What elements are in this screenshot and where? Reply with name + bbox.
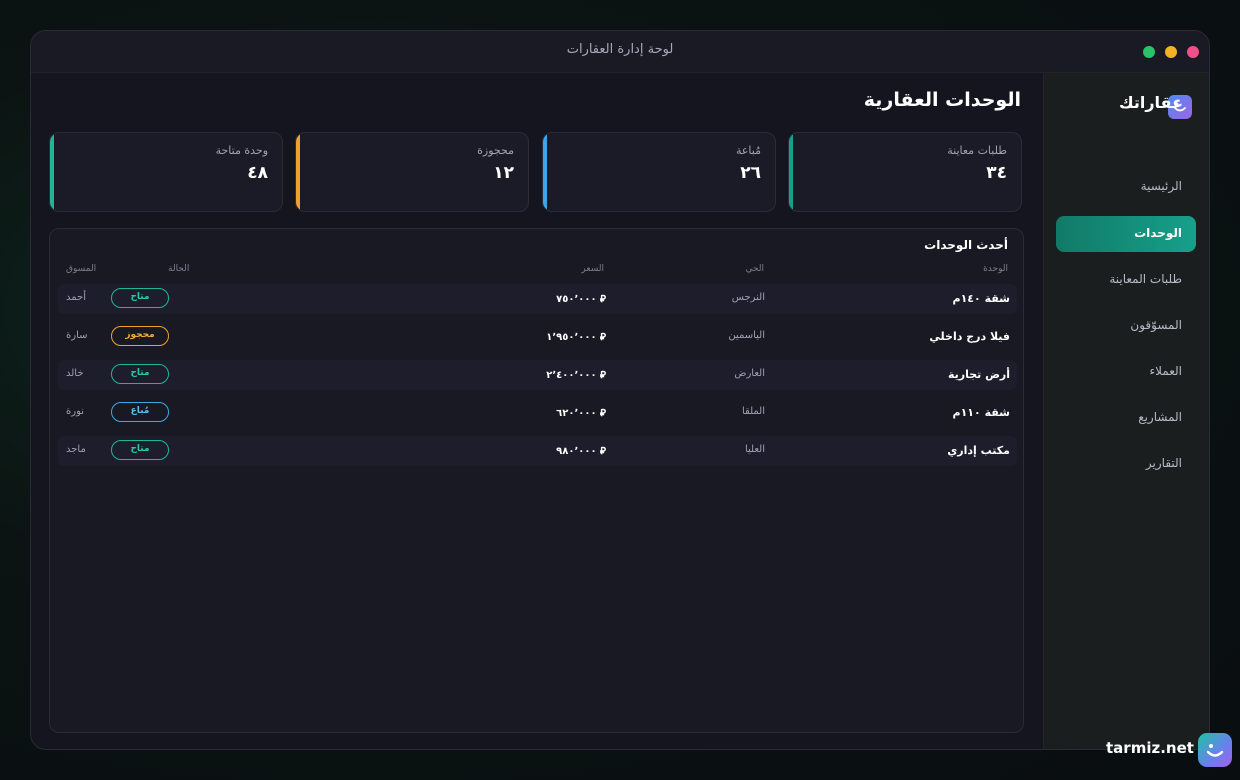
panel-title: أحدث الوحدات (924, 238, 1008, 252)
status-badge: محجوز (111, 326, 169, 346)
table-row[interactable]: شقة ١٤٠م النرجس ٧٥٠٬٠٠٠ ⃁ متاح أحمد (58, 284, 1017, 314)
stat-label: مُباعة (735, 144, 761, 157)
status-badge: متاح (111, 440, 169, 460)
sidebar-item-projects[interactable]: المشاريع (1056, 400, 1196, 436)
sidebar-item-label: الرئيسية (1140, 179, 1182, 193)
stat-value: ٤٨ (247, 163, 268, 183)
unit-name: مكتب إداري (947, 444, 1010, 457)
stat-label: طلبات معاينة (947, 144, 1007, 157)
stat-accent-bar (50, 133, 54, 211)
stat-value: ١٢ (493, 163, 514, 183)
stat-accent-bar (543, 133, 547, 211)
agent-name: أحمد (66, 292, 86, 303)
stat-value: ٣٤ (986, 163, 1007, 183)
minimize-button[interactable] (1165, 46, 1177, 58)
status-badge: مُباع (111, 402, 169, 422)
unit-name: أرض تجارية (947, 368, 1010, 381)
stat-accent-bar (296, 133, 300, 211)
stat-card-sold: مُباعة ٢٦ (542, 132, 776, 212)
sidebar-item-home[interactable]: الرئيسية (1056, 169, 1196, 205)
sidebar: عقاراتك الرئيسية الوحدات طلبات المعاينة … (1043, 73, 1209, 749)
page-title: الوحدات العقارية (863, 89, 1021, 111)
column-header-agent: المسوق (66, 264, 97, 274)
unit-area: النرجس (731, 292, 765, 303)
stat-card-available: وحدة متاحة ٤٨ (49, 132, 283, 212)
unit-area: الياسمين (728, 330, 765, 341)
stat-label: وحدة متاحة (215, 144, 268, 157)
column-header-area: الحي (745, 264, 764, 274)
unit-price: ٢٬٤٠٠٬٠٠٠ ⃁ (546, 370, 606, 381)
sidebar-item-viewing-requests[interactable]: طلبات المعاينة (1056, 262, 1196, 298)
table-row[interactable]: مكتب إداري العليا ٩٨٠٬٠٠٠ ⃁ متاح ماجد (58, 436, 1017, 466)
stat-label: محجوزة (477, 144, 514, 157)
column-header-price: السعر (581, 264, 604, 274)
sidebar-item-label: طلبات المعاينة (1109, 272, 1182, 286)
footer-brand[interactable]: tarmiz.net (1106, 739, 1194, 757)
stat-card-viewing-requests: طلبات معاينة ٣٤ (788, 132, 1022, 212)
sidebar-item-reports[interactable]: التقارير (1056, 446, 1196, 482)
title-bar: لوحة إدارة العقارات (31, 31, 1209, 73)
sidebar-item-units[interactable]: الوحدات (1056, 216, 1196, 252)
agent-name: سارة (66, 330, 88, 341)
maximize-button[interactable] (1143, 46, 1155, 58)
latest-units-panel: أحدث الوحدات الوحدة الحي السعر الحالة ال… (49, 228, 1024, 733)
unit-name: شقة ١٤٠م (952, 292, 1010, 305)
column-header-unit: الوحدة (983, 264, 1008, 274)
status-badge: متاح (111, 364, 169, 384)
sidebar-item-label: العملاء (1149, 364, 1182, 378)
table-row[interactable]: فيلا درج داخلي الياسمين ١٬٩٥٠٬٠٠٠ ⃁ محجو… (58, 322, 1017, 352)
sidebar-item-label: المسوّقون (1130, 318, 1182, 332)
brand-logo-icon[interactable] (1198, 733, 1232, 767)
agent-name: خالد (66, 368, 84, 379)
agent-name: نورة (66, 406, 85, 417)
unit-price: ١٬٩٥٠٬٠٠٠ ⃁ (546, 332, 606, 343)
brand-name: عقاراتك (1118, 93, 1183, 112)
unit-price: ٦٢٠٬٠٠٠ ⃁ (556, 408, 606, 419)
sidebar-item-clients[interactable]: العملاء (1056, 354, 1196, 390)
unit-name: فيلا درج داخلي (929, 330, 1010, 343)
sidebar-item-label: المشاريع (1138, 410, 1182, 424)
column-header-status: الحالة (168, 264, 190, 274)
close-button[interactable] (1187, 46, 1199, 58)
unit-name: شقة ١١٠م (952, 406, 1010, 419)
window-title: لوحة إدارة العقارات (566, 42, 674, 57)
sidebar-item-label: التقارير (1145, 456, 1182, 470)
table-row[interactable]: أرض تجارية العارض ٢٬٤٠٠٬٠٠٠ ⃁ متاح خالد (58, 360, 1017, 390)
unit-area: الملقا (741, 406, 765, 417)
sidebar-item-marketers[interactable]: المسوّقون (1056, 308, 1196, 344)
unit-area: العارض (734, 368, 765, 379)
unit-price: ٩٨٠٬٠٠٠ ⃁ (556, 446, 606, 457)
stat-card-reserved: محجوزة ١٢ (295, 132, 529, 212)
stat-accent-bar (789, 133, 793, 211)
table-row[interactable]: شقة ١١٠م الملقا ٦٢٠٬٠٠٠ ⃁ مُباع نورة (58, 398, 1017, 428)
agent-name: ماجد (66, 444, 86, 455)
sidebar-item-label: الوحدات (1134, 226, 1182, 240)
stat-value: ٢٦ (740, 163, 761, 183)
unit-price: ٧٥٠٬٠٠٠ ⃁ (556, 294, 606, 305)
unit-area: العليا (744, 444, 765, 455)
status-badge: متاح (111, 288, 169, 308)
app-window: لوحة إدارة العقارات عقاراتك الرئيسية الو… (30, 30, 1210, 750)
